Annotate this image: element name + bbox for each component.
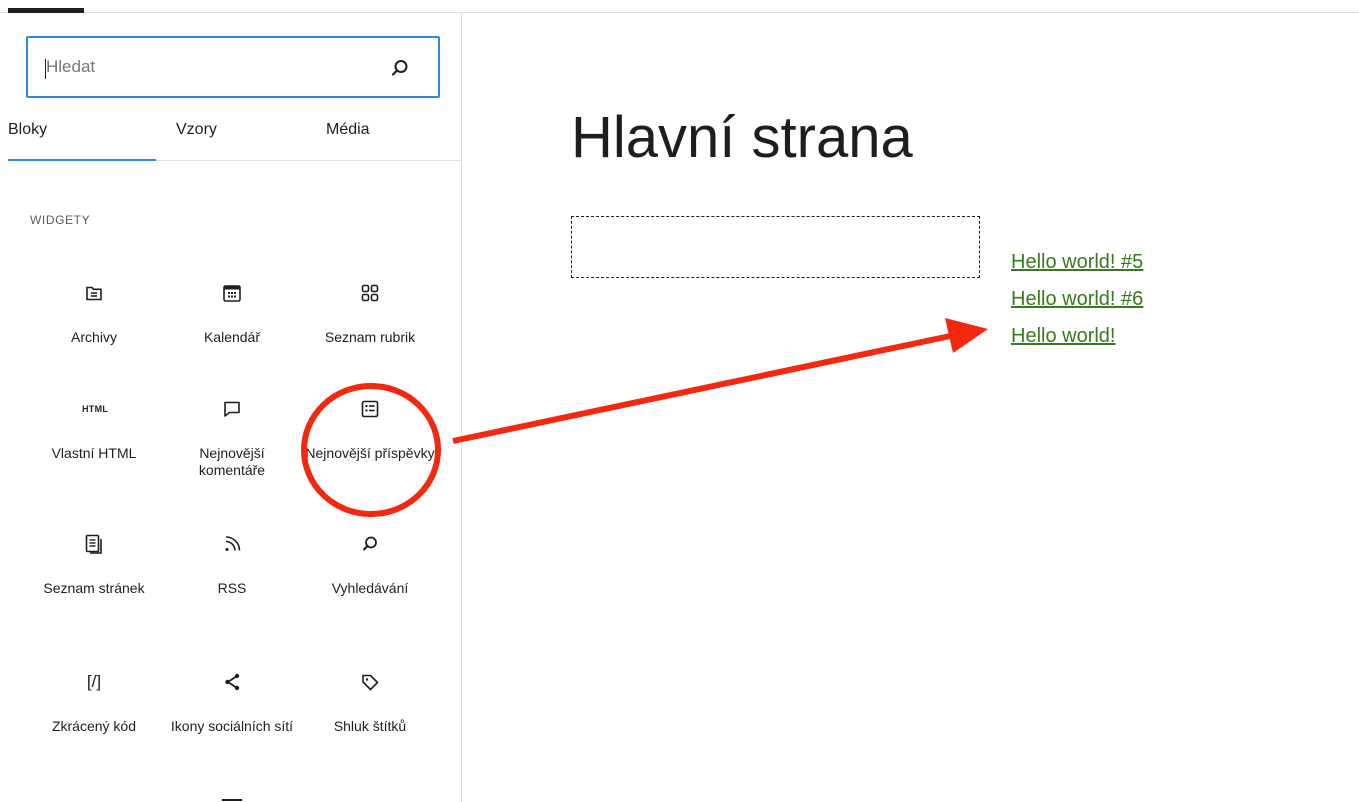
tab-label: Média: [326, 121, 370, 138]
block-label: Nejnovější komentáře: [198, 445, 266, 478]
block-vyhledavani[interactable]: Vyhledávání: [304, 532, 436, 597]
block-kalendar[interactable]: Kalendář: [166, 281, 298, 346]
block-label: Ikony sociálních sítí: [170, 718, 294, 734]
search-input[interactable]: [46, 38, 376, 96]
block-zkraceny-kod[interactable]: [/] Zkrácený kód: [28, 670, 160, 735]
page-title: Hlavní strana: [571, 105, 913, 170]
block-label: Shluk štítků: [333, 718, 407, 734]
pages-icon: [85, 534, 102, 554]
block-archivy[interactable]: Archivy: [28, 281, 160, 346]
tab-bloky[interactable]: Bloky: [8, 108, 156, 161]
block-label: Vlastní HTML: [51, 445, 137, 461]
block-placeholder[interactable]: [571, 216, 980, 278]
block-label: Seznam stránek: [43, 580, 145, 596]
inserter-tabs: Bloky Vzory Média: [8, 108, 462, 161]
latest-posts-list: Hello world! #5 Hello world! #6 Hello wo…: [1011, 244, 1143, 355]
block-vlastni-html[interactable]: HTML Vlastní HTML: [28, 397, 160, 462]
block-seznam-stranek[interactable]: Seznam stránek: [28, 532, 160, 597]
block-rss[interactable]: RSS: [166, 532, 298, 597]
tab-vzory[interactable]: Vzory: [176, 108, 324, 161]
search-icon[interactable]: [390, 58, 410, 78]
block-seznam-rubrik[interactable]: Seznam rubrik: [304, 281, 436, 346]
search-field[interactable]: [26, 36, 440, 98]
categories-icon: [361, 284, 379, 302]
block-nejnovejsi-prispevky[interactable]: Nejnovější příspěvky: [304, 397, 436, 462]
post-list-icon: [361, 400, 379, 418]
block-label: RSS: [217, 580, 247, 596]
arrow-head: [945, 318, 988, 353]
rss-icon: [225, 536, 241, 551]
tag-icon: [362, 674, 379, 691]
arrow-shaft: [452, 332, 956, 444]
block-label: Kalendář: [203, 329, 261, 345]
block-ikony-socialnich-siti[interactable]: Ikony sociálních sítí: [166, 670, 298, 735]
block-nejnovejsi-komentare[interactable]: Nejnovější komentáře: [166, 397, 298, 479]
block-label: Seznam rubrik: [324, 329, 416, 345]
comment-icon: [224, 401, 240, 417]
html-icon: HTML: [82, 404, 109, 414]
tab-media[interactable]: Média: [326, 108, 474, 161]
calendar-icon: [223, 285, 241, 302]
post-link[interactable]: Hello world!: [1011, 318, 1143, 355]
block-shluk-stitku[interactable]: Shluk štítků: [304, 670, 436, 735]
block-inserter-sidebar: Bloky Vzory Média WIDGETY Archivy Kalend…: [0, 13, 462, 802]
section-title: WIDGETY: [30, 213, 91, 227]
search-icon: [363, 536, 377, 551]
archive-icon: [86, 286, 102, 301]
share-icon: [225, 673, 240, 691]
block-label: Nejnovější příspěvky: [305, 445, 435, 461]
block-label: Vyhledávání: [331, 580, 409, 596]
post-link[interactable]: Hello world! #6: [1011, 281, 1143, 318]
tab-label: Bloky: [8, 121, 48, 138]
tab-label: Vzory: [176, 121, 217, 138]
shortcode-icon: [/]: [86, 672, 102, 691]
block-label: Archivy: [71, 329, 117, 345]
post-link[interactable]: Hello world! #5: [1011, 244, 1143, 281]
block-label: Zkrácený kód: [51, 718, 137, 734]
